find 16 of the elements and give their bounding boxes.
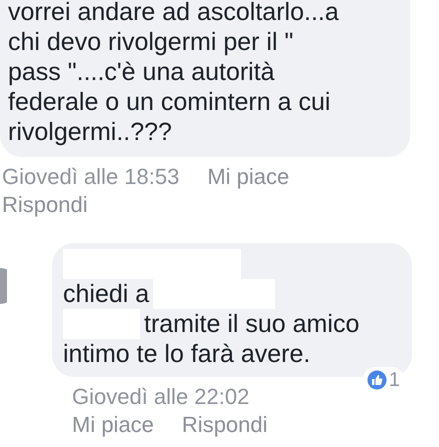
comment-text: vorrei andare ad ascoltarlo...a xyxy=(8,0,339,27)
like-count: 1 xyxy=(388,369,400,391)
like-icon xyxy=(366,370,387,390)
comment-text: federale o un comintern a cui xyxy=(8,87,330,117)
comment-text: chiedi a xyxy=(63,279,150,309)
action-link[interactable]: Rispondi xyxy=(2,191,88,219)
comment-time: Giovedì alle 18:53 xyxy=(2,163,180,191)
comment-text: intimo te lo farà avere. xyxy=(63,339,310,369)
action-link[interactable]: Mi piace xyxy=(207,163,290,191)
comment-text: chi devo rivolgermi per il " xyxy=(8,27,294,57)
action-link[interactable]: Rispondi xyxy=(182,411,268,439)
comment-text: rivolgermi..??? xyxy=(8,117,172,147)
comment-text: pass "....c'è una autorità xyxy=(8,57,275,87)
comment-text: tramite il suo amico xyxy=(144,309,360,339)
comment-time: Giovedì alle 22:02 xyxy=(72,383,250,411)
action-link[interactable]: Mi piace xyxy=(72,411,154,439)
